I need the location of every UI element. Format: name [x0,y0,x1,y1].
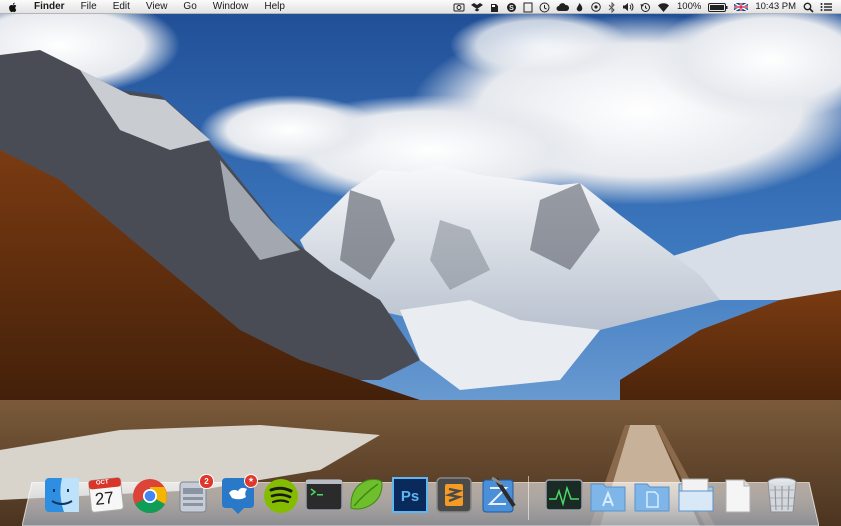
app-menu-finder[interactable]: Finder [26,0,73,14]
clock-icon[interactable] [539,0,550,14]
dock-item-documents[interactable] [632,474,672,516]
dock-item-mail[interactable]: 2 [174,474,214,516]
clock-time[interactable]: 10:43 PM [755,0,796,14]
downloads-folder-icon [678,478,714,512]
menu-help[interactable]: Help [256,0,293,14]
search-icon[interactable] [803,0,814,14]
file-icon[interactable] [523,0,533,14]
menu-window[interactable]: Window [205,0,257,14]
wifi-icon[interactable] [657,0,670,14]
menu-file[interactable]: File [73,0,105,14]
svg-text:S: S [509,5,514,12]
eye-icon[interactable] [590,0,602,14]
dock: OCT 27 2 ★ Ps [0,474,841,526]
menu-view[interactable]: View [138,0,176,14]
dock-item-finder[interactable] [42,474,82,516]
dock-item-tweetbot[interactable]: ★ [218,474,258,516]
spotify-icon [264,479,298,513]
dock-item-activity-monitor[interactable] [544,474,584,516]
trash-icon [767,477,797,513]
menu-bar: Finder File Edit View Go Window Help S 1… [0,0,841,14]
document-icon [725,479,751,513]
svg-text:Ps: Ps [401,488,419,505]
fire-icon[interactable] [575,0,584,14]
dock-item-sublime-text[interactable] [434,474,474,516]
applications-folder-icon [590,483,626,512]
dock-item-terminal[interactable] [304,474,344,516]
dock-item-calendar[interactable]: OCT 27 [86,474,126,516]
battery-percent[interactable]: 100% [677,0,701,14]
battery-icon[interactable] [708,0,728,14]
cloud-icon[interactable] [556,0,570,14]
evernote-leaf-icon [350,479,383,510]
skype-icon[interactable]: S [506,0,517,14]
desktop-wallpaper [0,0,841,526]
dock-separator [528,476,529,520]
menu-edit[interactable]: Edit [105,0,138,14]
chrome-icon [133,479,167,513]
dock-item-document[interactable] [718,474,758,516]
tweetbot-badge: ★ [244,474,258,488]
photoshop-icon: Ps [392,477,428,513]
apple-icon[interactable] [8,2,18,13]
dock-item-downloads[interactable] [676,474,716,516]
dock-item-applications[interactable] [588,474,628,516]
dock-item-photoshop[interactable]: Ps [390,474,430,516]
dock-item-chrome[interactable] [130,474,170,516]
mail-badge: 2 [199,474,214,489]
activity-monitor-icon [545,479,583,511]
volume-icon[interactable] [622,0,634,14]
dock-item-xcode[interactable] [478,474,518,516]
evernote-icon[interactable] [489,0,500,14]
menu-go[interactable]: Go [175,0,204,14]
dock-item-spotify[interactable] [261,474,301,516]
camera-icon[interactable] [453,0,465,14]
notification-list-icon[interactable] [820,0,832,14]
dock-item-trash[interactable] [762,474,802,516]
sublime-text-icon [436,477,472,513]
xcode-icon [482,476,516,513]
dock-item-evernote[interactable] [346,474,386,516]
terminal-icon [305,479,343,511]
history-icon[interactable] [640,0,651,14]
flag-icon[interactable] [734,0,749,14]
calendar-day: 27 [94,488,115,509]
finder-icon [45,478,79,512]
dropbox-icon[interactable] [471,0,484,14]
bluetooth-icon[interactable] [608,0,616,14]
documents-folder-icon [634,483,670,512]
